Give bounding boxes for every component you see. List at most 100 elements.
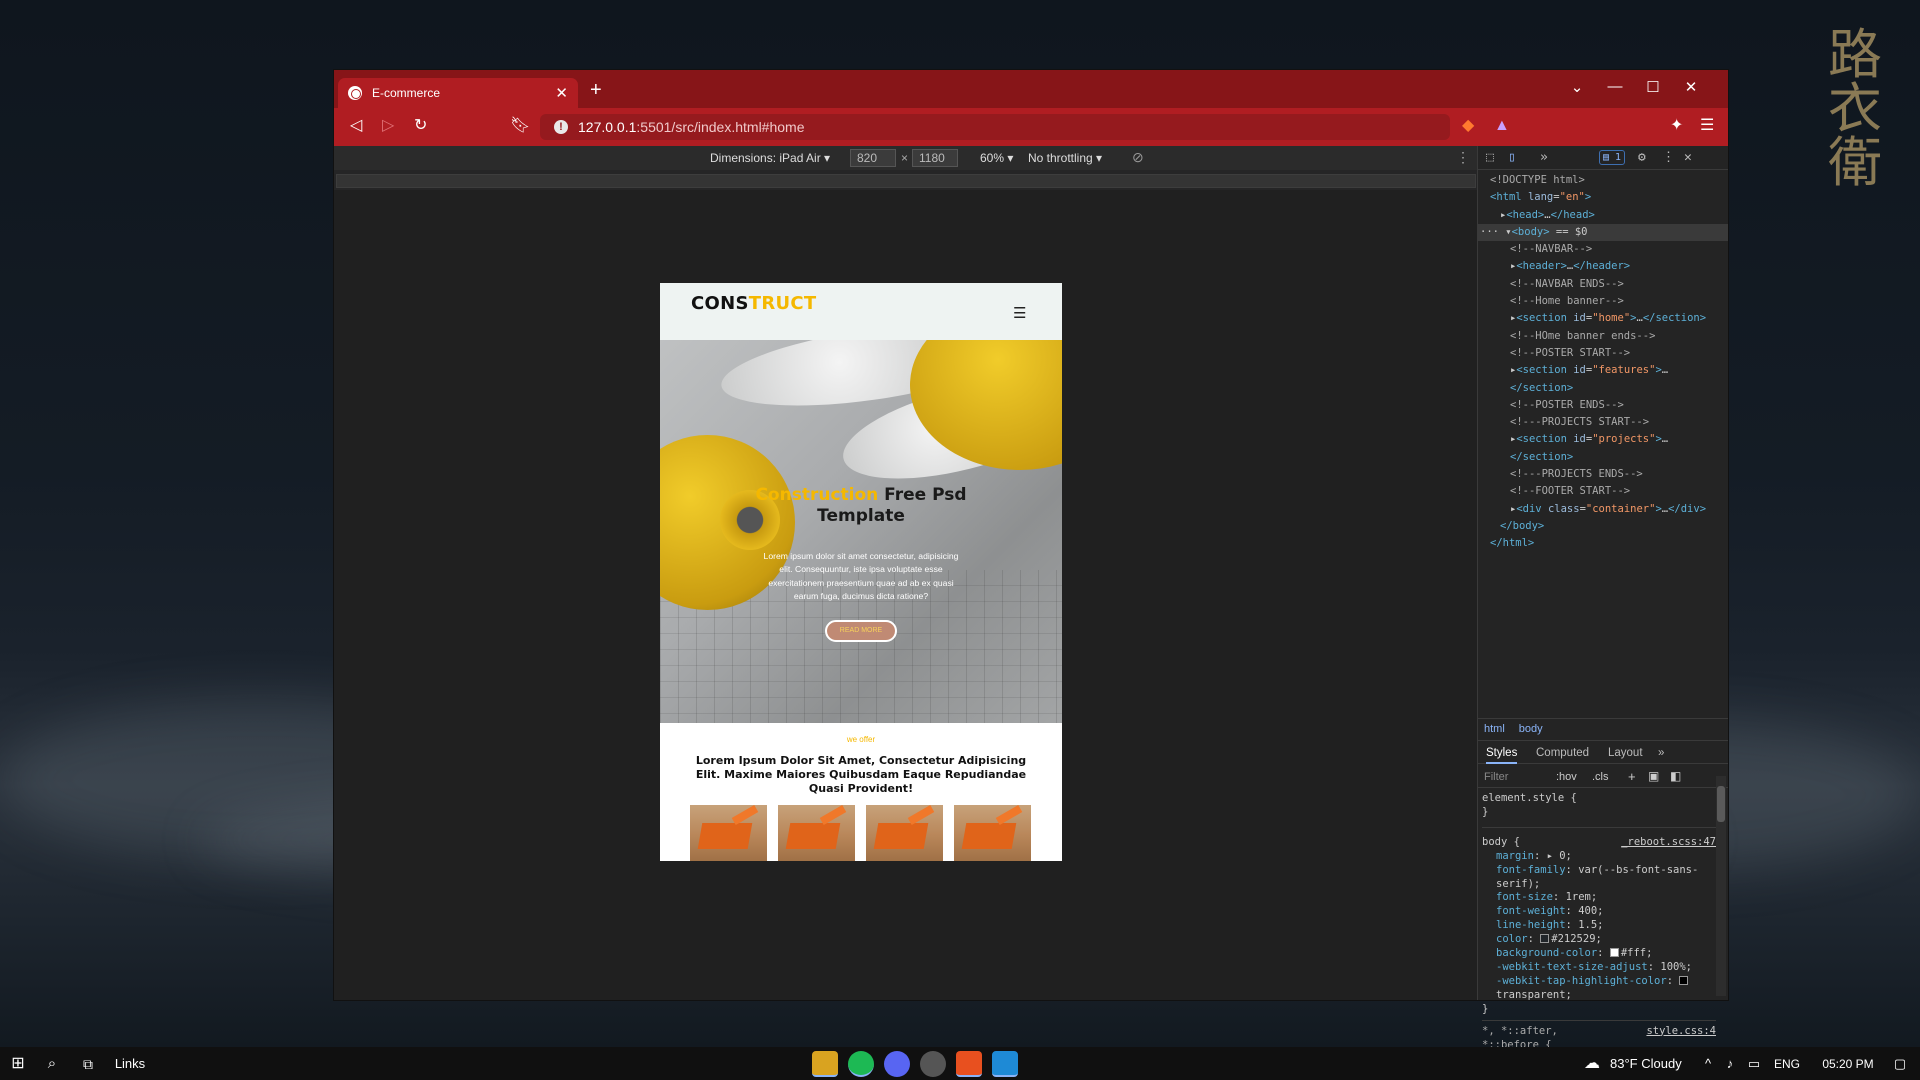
tab-layout[interactable]: Layout (1608, 747, 1643, 759)
media-query-ruler[interactable] (336, 174, 1476, 188)
cls-toggle[interactable]: .cls (1592, 771, 1609, 783)
notifications-icon[interactable]: ▢ (1890, 1054, 1910, 1074)
brave-rewards-icon[interactable]: ▲ (1494, 117, 1510, 135)
css-property[interactable]: -webkit-text-size-adjust: 100%; (1482, 961, 1716, 975)
volume-icon[interactable]: ♪ (1722, 1054, 1738, 1074)
close-window-button[interactable]: ✕ (1676, 78, 1706, 96)
dom-node-line[interactable]: ▸<header>…</header> (1478, 258, 1728, 275)
css-property[interactable]: color: #212529; (1482, 933, 1716, 947)
dom-node-line[interactable]: </section> (1478, 380, 1728, 397)
sidebar-toggle-icon[interactable]: ◧ (1670, 769, 1681, 783)
vscode-icon[interactable] (992, 1051, 1018, 1077)
dom-node-line[interactable]: <!---PROJECTS START--> (1478, 414, 1728, 431)
css-property[interactable]: -webkit-tap-highlight-color: transparent… (1482, 975, 1716, 1003)
rotate-icon[interactable]: ⊘ (1132, 149, 1144, 166)
minimize-button[interactable]: — (1600, 78, 1630, 95)
task-view-icon[interactable]: ⧉ (78, 1054, 98, 1074)
css-property[interactable]: line-height: 1.5; (1482, 919, 1716, 933)
site-brand-logo[interactable]: CONSTRUCT (691, 293, 817, 314)
dom-node-line[interactable]: <!--POSTER ENDS--> (1478, 397, 1728, 414)
css-property[interactable]: font-weight: 400; (1482, 905, 1716, 919)
dom-node-line[interactable]: ▸<section id="home">…</section> (1478, 310, 1728, 327)
color-swatch[interactable] (1609, 948, 1619, 958)
dom-node-line[interactable]: <!--Home banner--> (1478, 293, 1728, 310)
paint-icon[interactable]: ▣ (1648, 769, 1659, 783)
menu-icon[interactable]: ☰ (1700, 117, 1714, 135)
bookmark-icon[interactable]: 🔖︎ (510, 117, 530, 135)
throttling-select[interactable]: No throttling ▾ (1028, 151, 1102, 165)
device-dimensions-select[interactable]: Dimensions: iPad Air ▾ (710, 151, 830, 165)
brave-icon[interactable] (956, 1051, 982, 1077)
color-swatch[interactable] (1540, 934, 1550, 944)
dom-node-line[interactable]: <!--POSTER START--> (1478, 345, 1728, 362)
spotify-icon[interactable] (848, 1051, 874, 1077)
back-icon[interactable]: ◁ (350, 117, 362, 135)
hamburger-menu-icon[interactable]: ☰ (1013, 304, 1026, 322)
search-icon[interactable]: ⌕ (42, 1054, 62, 1074)
site-info-icon[interactable]: ! (554, 120, 568, 134)
style-css-source-link[interactable]: style.css:4 (1646, 1025, 1716, 1039)
file-explorer-icon[interactable] (812, 1051, 838, 1077)
brave-shields-icon[interactable]: ◆ (1462, 117, 1474, 135)
reload-icon[interactable]: ↻ (414, 117, 427, 135)
forward-icon[interactable]: ▷ (382, 117, 394, 135)
filter-input[interactable]: Filter (1484, 771, 1508, 783)
devtools-menu-icon[interactable]: ⋮ (1662, 150, 1675, 165)
dom-node-line[interactable]: <html lang="en"> (1478, 189, 1728, 206)
zoom-select[interactable]: 60% ▾ (980, 151, 1013, 165)
tray-chevron-icon[interactable]: ^ (1700, 1054, 1716, 1074)
cloud-weather-icon[interactable]: ☁ (1580, 1054, 1604, 1074)
extensions-icon[interactable]: ✦ (1670, 117, 1683, 135)
language-indicator[interactable]: ENG (1772, 1054, 1802, 1074)
more-tabs-icon[interactable]: » (1540, 150, 1548, 165)
tab-styles[interactable]: Styles (1486, 747, 1518, 764)
device-toggle-icon[interactable]: ▯ (1508, 150, 1516, 165)
dom-node-line[interactable]: </body> (1478, 518, 1728, 535)
styles-scrollbar[interactable] (1716, 776, 1726, 996)
reboot-source-link[interactable]: _reboot.scss:47 (1621, 836, 1716, 850)
browser-tab[interactable]: E-commerce ✕ (338, 78, 578, 108)
close-tab-icon[interactable]: ✕ (555, 84, 568, 102)
dom-node-line[interactable]: <!--HOme banner ends--> (1478, 328, 1728, 345)
color-swatch[interactable] (1679, 975, 1689, 985)
dom-node-line[interactable]: <!--NAVBAR--> (1478, 241, 1728, 258)
settings-gear-icon[interactable]: ⚙ (1638, 150, 1646, 165)
more-options-icon[interactable]: ⋮ (1456, 149, 1470, 166)
css-property[interactable]: margin: ▸ 0; (1482, 850, 1716, 864)
dom-node-line[interactable]: ··· ▾<body> == $0 (1478, 223, 1728, 242)
chrome-icon[interactable] (920, 1051, 946, 1077)
breadcrumb-html[interactable]: html (1484, 723, 1505, 735)
tab-more[interactable]: » (1658, 747, 1664, 759)
body-properties[interactable]: margin: ▸ 0; font-family: var(--bs-font-s… (1482, 850, 1716, 1003)
hov-toggle[interactable]: :hov (1556, 771, 1577, 783)
inspect-element-icon[interactable]: ⬚ (1486, 150, 1494, 165)
dom-tree[interactable]: <!DOCTYPE html> <html lang="en"> ▸<head>…<… (1478, 172, 1728, 549)
discord-icon[interactable] (884, 1051, 910, 1077)
dom-node-line[interactable]: ▸<div class="container">…</div> (1478, 501, 1728, 518)
read-more-button[interactable]: READ MORE (825, 620, 897, 642)
links-toolbar[interactable]: Links (110, 1054, 150, 1074)
clock[interactable]: 05:20 PM (1818, 1054, 1878, 1074)
issues-badge[interactable]: ▤ 1 (1599, 150, 1625, 165)
dom-node-line[interactable]: ▸<head>…</head> (1478, 207, 1728, 224)
network-icon[interactable]: ▭ (1746, 1054, 1762, 1074)
windows-icon[interactable]: ⊞ (8, 1054, 28, 1074)
viewport-height-input[interactable]: 1180 (912, 149, 958, 167)
dom-node-line[interactable]: </html> (1478, 535, 1728, 552)
dom-node-line[interactable]: ▸<section id="projects">… (1478, 431, 1728, 448)
tab-search-icon[interactable]: ⌄ (1562, 78, 1592, 96)
dom-node-line[interactable]: <!--NAVBAR ENDS--> (1478, 276, 1728, 293)
css-property[interactable]: font-family: var(--bs-font-sans-serif); (1482, 864, 1716, 892)
add-rule-icon[interactable]: + (1628, 769, 1636, 784)
dom-node-line[interactable]: ▸<section id="features">… (1478, 362, 1728, 379)
maximize-button[interactable]: ☐ (1638, 78, 1668, 96)
dom-node-line[interactable]: <!--FOOTER START--> (1478, 483, 1728, 500)
dom-node-line[interactable]: <!---PROJECTS ENDS--> (1478, 466, 1728, 483)
dom-node-line[interactable]: <!DOCTYPE html> (1478, 172, 1728, 189)
address-bar[interactable]: ! 127.0.0.1 :5501/src/index.html#home (540, 114, 1450, 140)
new-tab-button[interactable]: + (590, 80, 602, 100)
css-property[interactable]: font-size: 1rem; (1482, 891, 1716, 905)
tab-computed[interactable]: Computed (1536, 747, 1589, 759)
close-devtools-icon[interactable]: ✕ (1684, 150, 1692, 165)
css-property[interactable]: background-color: #fff; (1482, 947, 1716, 961)
